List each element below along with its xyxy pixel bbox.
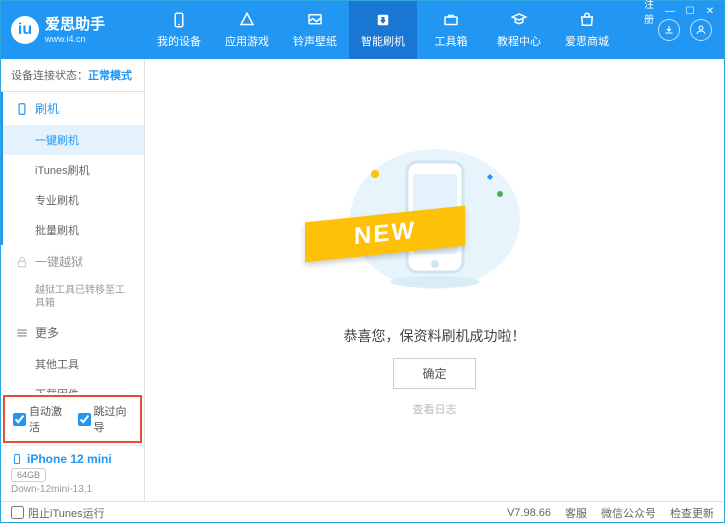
jailbreak-note: 越狱工具已转移至工具箱 (3, 278, 144, 316)
options-checks: 自动激活 跳过向导 (3, 395, 142, 443)
app-window: 注 册 — ☐ ✕ iu 爱思助手 www.i4.cn 我的设备 应用游戏 铃声… (0, 0, 725, 523)
minimize-icon[interactable]: — (664, 5, 676, 17)
logo-area[interactable]: iu 爱思助手 www.i4.cn (1, 16, 145, 45)
success-message: 恭喜您，保资料刷机成功啦！ (344, 326, 526, 346)
brand-name: 爱思助手 (45, 16, 105, 34)
nav-tutorials[interactable]: 教程中心 (485, 1, 553, 59)
phone-small-icon (15, 102, 29, 116)
view-log-link[interactable]: 查看日志 (413, 401, 457, 417)
header-actions (658, 19, 724, 41)
maximize-icon[interactable]: ☐ (684, 5, 696, 17)
sidebar: 设备连接状态：正常模式 刷机 一键刷机 iTunes刷机 专业刷机 批量刷机 (1, 59, 145, 501)
service-link[interactable]: 客服 (565, 505, 587, 521)
close-icon[interactable]: ✕ (704, 5, 716, 17)
toolbox-icon (442, 11, 460, 29)
nav-store[interactable]: 爱思商城 (553, 1, 621, 59)
flash-icon (374, 11, 392, 29)
main-nav: 我的设备 应用游戏 铃声壁纸 智能刷机 工具箱 教程中心 (145, 1, 621, 59)
brand-url: www.i4.cn (45, 34, 105, 45)
block-itunes-check[interactable]: 阻止iTunes运行 (11, 505, 105, 521)
connection-status: 设备连接状态：正常模式 (1, 59, 144, 92)
ok-button[interactable]: 确定 (393, 358, 475, 389)
logo-icon: iu (11, 16, 39, 44)
device-panel[interactable]: iPhone 12 mini 64GB Down-12mini-13,1 (1, 445, 144, 501)
sidebar-item-oneclick[interactable]: 一键刷机 (3, 125, 144, 155)
download-button[interactable] (658, 19, 680, 41)
sidebar-item-download[interactable]: 下载固件 (3, 379, 144, 393)
version-label: V7.98.66 (507, 507, 551, 519)
section-more[interactable]: 更多 (3, 316, 144, 349)
user-icon (695, 24, 707, 36)
nav-toolbox[interactable]: 工具箱 (417, 1, 485, 59)
check-skip-guide[interactable]: 跳过向导 (78, 403, 133, 435)
phone-icon (170, 11, 188, 29)
store-icon (578, 11, 596, 29)
sidebar-item-other[interactable]: 其他工具 (3, 349, 144, 379)
apps-icon (238, 11, 256, 29)
user-button[interactable] (690, 19, 712, 41)
check-auto-activate[interactable]: 自动激活 (13, 403, 68, 435)
section-jailbreak[interactable]: 一键越狱 (3, 245, 144, 278)
nav-apps[interactable]: 应用游戏 (213, 1, 281, 59)
nav-my-device[interactable]: 我的设备 (145, 1, 213, 59)
footer: 阻止iTunes运行 V7.98.66 客服 微信公众号 检查更新 (1, 501, 724, 523)
window-controls: 注 册 — ☐ ✕ (636, 1, 724, 21)
wallpaper-icon (306, 11, 324, 29)
section-flash[interactable]: 刷机 (3, 92, 144, 125)
download-icon (663, 24, 675, 36)
update-link[interactable]: 检查更新 (670, 505, 714, 521)
main-panel: NEW 恭喜您，保资料刷机成功啦！ 确定 查看日志 (145, 59, 724, 501)
wechat-link[interactable]: 微信公众号 (601, 505, 656, 521)
nav-flash[interactable]: 智能刷机 (349, 1, 417, 59)
sidebar-item-batch[interactable]: 批量刷机 (3, 215, 144, 245)
header: iu 爱思助手 www.i4.cn 我的设备 应用游戏 铃声壁纸 智能刷机 (1, 1, 724, 59)
register-link[interactable]: 注 册 (644, 5, 656, 17)
nav-ringtones[interactable]: 铃声壁纸 (281, 1, 349, 59)
sidebar-item-itunes[interactable]: iTunes刷机 (3, 155, 144, 185)
device-name: iPhone 12 mini (11, 452, 134, 466)
device-phone-icon (11, 453, 23, 465)
content: 设备连接状态：正常模式 刷机 一键刷机 iTunes刷机 专业刷机 批量刷机 (1, 59, 724, 501)
tutorial-icon (510, 11, 528, 29)
device-model: Down-12mini-13,1 (11, 484, 134, 495)
device-storage: 64GB (11, 468, 46, 482)
lock-icon (15, 255, 29, 269)
menu-icon (15, 326, 29, 340)
sidebar-item-pro[interactable]: 专业刷机 (3, 185, 144, 215)
success-graphic: NEW (335, 144, 535, 304)
